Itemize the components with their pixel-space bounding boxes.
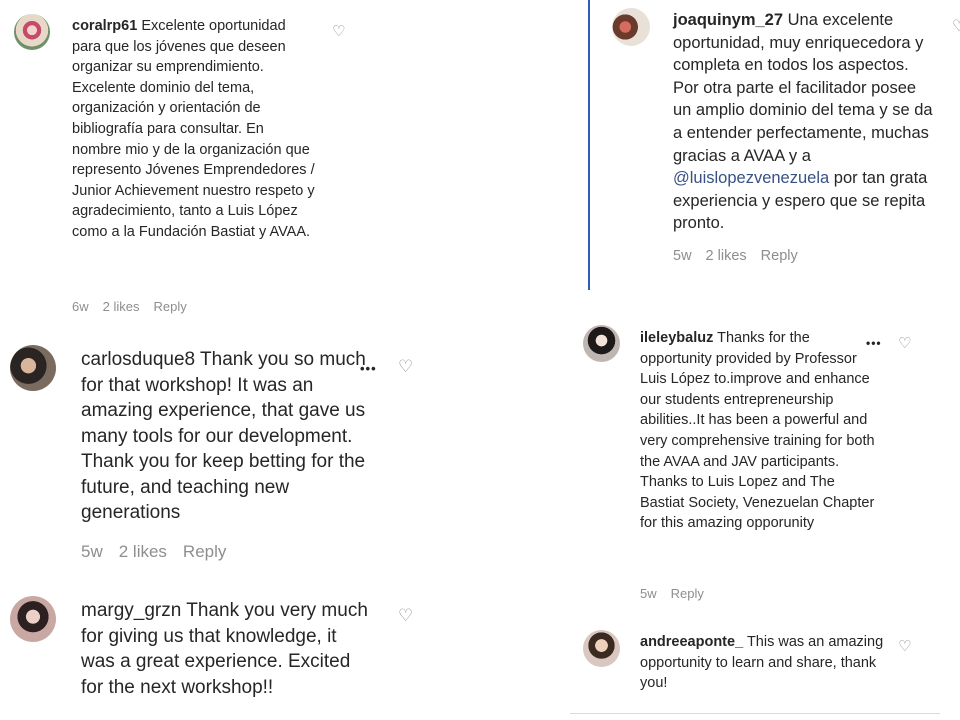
reply-button[interactable]: Reply xyxy=(671,586,704,601)
avatar[interactable] xyxy=(612,8,650,46)
like-heart-icon[interactable]: ♡ xyxy=(398,606,413,626)
more-options-icon[interactable]: ••• xyxy=(866,336,882,350)
avatar[interactable] xyxy=(583,630,620,667)
comment-body: ileleybaluz Thanks for the opportunity p… xyxy=(640,328,878,534)
reply-button[interactable]: Reply xyxy=(183,542,226,562)
comment-text: Excelente oportunidad para que los jóven… xyxy=(72,18,315,240)
comment-likes[interactable]: 2 likes xyxy=(103,299,140,314)
avatar[interactable] xyxy=(583,325,620,362)
comment-meta: 5w 2 likes Reply xyxy=(673,248,798,264)
avatar[interactable] xyxy=(10,345,56,391)
comment-margy_grzn: margy_grzn Thank you very much for givin… xyxy=(0,588,420,720)
comment-meta: 6w 2 likes Reply xyxy=(72,299,187,314)
comment-coralrp61: coralrp61 Excelente oportunidad para que… xyxy=(0,0,360,320)
comment-body: joaquinym_27 Una excelente oportunidad, … xyxy=(673,9,938,235)
comment-time[interactable]: 5w xyxy=(673,248,692,264)
reply-button[interactable]: Reply xyxy=(761,248,798,264)
more-options-icon[interactable]: ••• xyxy=(360,361,377,376)
reply-button[interactable]: Reply xyxy=(153,299,186,314)
comment-username[interactable]: ileleybaluz xyxy=(640,330,713,346)
comment-likes[interactable]: 2 likes xyxy=(119,542,167,562)
comment-body: carlosduque8 Thank you so much for that … xyxy=(81,347,381,526)
comment-text: Una excelente oportunidad, muy enriquece… xyxy=(673,11,933,165)
comment-username[interactable]: coralrp61 xyxy=(72,18,137,34)
like-heart-icon[interactable]: ♡ xyxy=(898,637,911,655)
comment-carlosduque8: carlosduque8 Thank you so much for that … xyxy=(0,335,420,575)
comment-time[interactable]: 5w xyxy=(81,542,103,562)
comment-username[interactable]: andreeaponte_ xyxy=(640,634,743,650)
bottom-divider xyxy=(570,713,940,714)
comment-meta: 5w 2 likes Reply xyxy=(81,542,226,562)
like-heart-icon[interactable]: ♡ xyxy=(898,334,911,352)
avatar[interactable] xyxy=(10,596,56,642)
comment-andreeaponte_: andreeaponte_ This was an amazing opport… xyxy=(570,625,960,715)
comment-text: Thanks for the opportunity provided by P… xyxy=(640,330,875,532)
like-heart-icon[interactable]: ♡ xyxy=(952,16,960,35)
comment-ileleybaluz: ileleybaluz Thanks for the opportunity p… xyxy=(570,320,960,620)
comment-username[interactable]: joaquinym_27 xyxy=(673,11,783,29)
comment-body: coralrp61 Excelente oportunidad para que… xyxy=(72,16,317,243)
comment-body: margy_grzn Thank you very much for givin… xyxy=(81,598,371,700)
panel-divider xyxy=(588,0,590,290)
like-heart-icon[interactable]: ♡ xyxy=(332,22,345,40)
comment-time[interactable]: 5w xyxy=(640,586,657,601)
comment-username[interactable]: carlosduque8 xyxy=(81,349,195,370)
like-heart-icon[interactable]: ♡ xyxy=(398,357,413,377)
avatar[interactable] xyxy=(14,14,50,50)
user-mention-link[interactable]: @luislopezvenezuela xyxy=(673,169,829,187)
comment-username[interactable]: margy_grzn xyxy=(81,600,181,621)
comment-joaquinym_27: joaquinym_27 Una excelente oportunidad, … xyxy=(600,0,960,290)
comment-meta: 5w Reply xyxy=(640,586,704,601)
comment-text: Thank you so much for that workshop! It … xyxy=(81,349,366,523)
comment-likes[interactable]: 2 likes xyxy=(706,248,747,264)
comment-body: andreeaponte_ This was an amazing opport… xyxy=(640,632,885,694)
comment-time[interactable]: 6w xyxy=(72,299,89,314)
